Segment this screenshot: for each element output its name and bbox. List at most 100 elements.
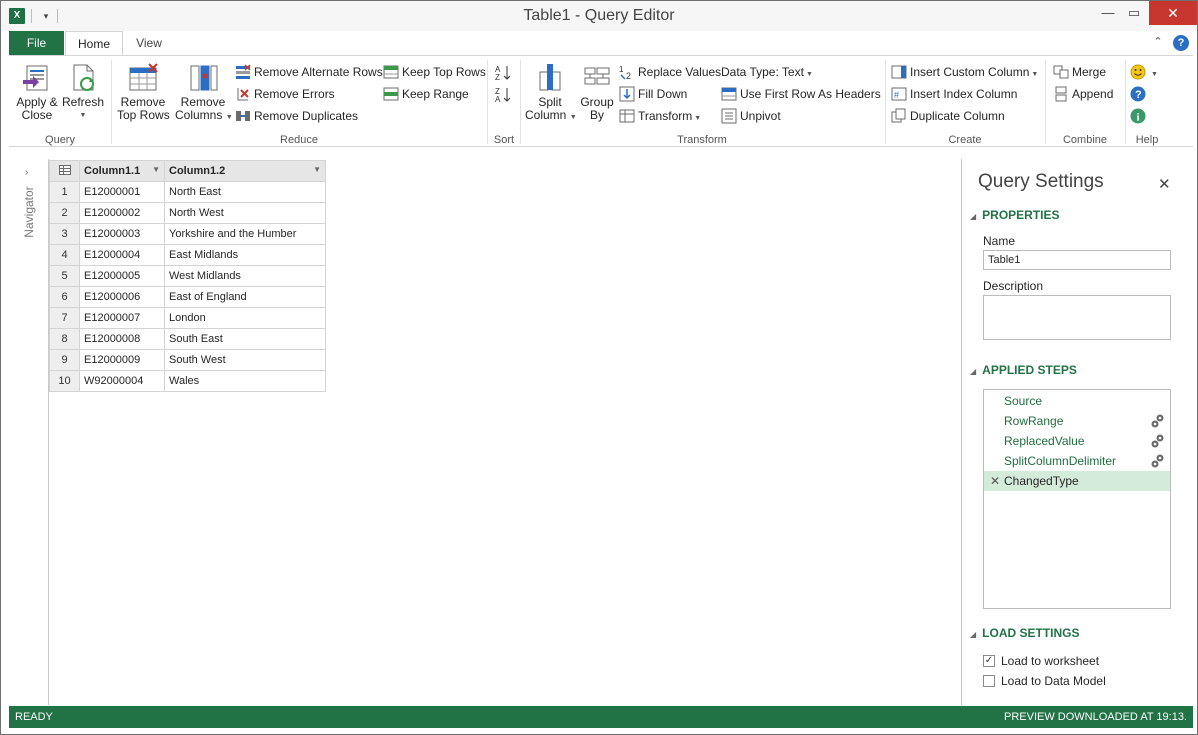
applied-step-item[interactable]: SplitColumnDelimiter <box>984 451 1170 471</box>
table-row[interactable]: 10 W92000004 Wales <box>49 370 326 392</box>
insert-custom-column-button[interactable]: Insert Custom Column ▼ <box>891 62 1038 82</box>
data-type-dropdown[interactable]: Data Type: Text ▼ <box>721 62 813 82</box>
table-cell[interactable]: E12000008 <box>79 328 165 350</box>
insert-custom-column-dropdown-icon[interactable]: ▼ <box>1031 71 1038 78</box>
table-cell[interactable]: London <box>164 307 326 329</box>
row-number[interactable]: 1 <box>49 181 80 203</box>
row-number[interactable]: 4 <box>49 244 80 266</box>
sort-ascending-button[interactable]: AZ <box>495 62 515 82</box>
delete-step-icon[interactable]: ✕ <box>990 471 1000 491</box>
table-cell[interactable]: Yorkshire and the Humber <box>164 223 326 245</box>
table-cell[interactable]: East of England <box>164 286 326 308</box>
use-first-row-as-headers-button[interactable]: Use First Row As Headers <box>721 84 881 104</box>
transform-dropdown-icon[interactable]: ▼ <box>694 115 701 122</box>
applied-steps-section-header[interactable]: ◢ APPLIED STEPS <box>970 363 1077 377</box>
applied-step-item[interactable]: ReplacedValue <box>984 431 1170 451</box>
column-header-2[interactable]: Column1.2 ▼ <box>164 160 326 182</box>
row-number[interactable]: 3 <box>49 223 80 245</box>
remove-errors-button[interactable]: Remove Errors <box>235 84 335 104</box>
replace-values-button[interactable]: 1 2 Replace Values <box>619 62 721 82</box>
table-cell[interactable]: E12000007 <box>79 307 165 329</box>
checkbox-box[interactable] <box>983 674 995 687</box>
tab-home[interactable]: Home <box>65 31 123 55</box>
table-cell[interactable]: West Midlands <box>164 265 326 287</box>
table-row[interactable]: 2 E12000002 North West <box>49 202 326 224</box>
sort-descending-button[interactable]: ZA <box>495 84 515 104</box>
load-to-worksheet-checkbox[interactable]: ✓ Load to worksheet <box>983 653 1099 669</box>
column-filter-dropdown-icon[interactable]: ▼ <box>313 165 321 174</box>
fill-down-button[interactable]: Fill Down <box>619 84 687 104</box>
navigator-label[interactable]: Navigator <box>19 185 39 245</box>
load-to-data-model-checkbox[interactable]: Load to Data Model <box>983 673 1106 689</box>
table-row[interactable]: 6 E12000006 East of England <box>49 286 326 308</box>
step-settings-gear-icon[interactable] <box>1150 453 1166 469</box>
unpivot-button[interactable]: Unpivot <box>721 106 781 126</box>
table-cell[interactable]: W92000004 <box>79 370 165 392</box>
insert-index-column-button[interactable]: # Insert Index Column <box>891 84 1017 104</box>
table-row[interactable]: 8 E12000008 South East <box>49 328 326 350</box>
group-by-button[interactable]: Group By <box>579 62 615 122</box>
table-cell[interactable]: North West <box>164 202 326 224</box>
remove-columns-button[interactable]: Remove Columns ▼ <box>175 62 233 124</box>
table-cell[interactable]: South West <box>164 349 326 371</box>
keep-top-rows-button[interactable]: Keep Top Rows <box>383 62 486 82</box>
table-cell[interactable]: E12000005 <box>79 265 165 287</box>
applied-step-item[interactable]: RowRange <box>984 411 1170 431</box>
help-button[interactable]: ? <box>1130 84 1149 104</box>
tab-view[interactable]: View <box>127 31 171 55</box>
data-type-dropdown-icon[interactable]: ▼ <box>806 71 813 78</box>
expand-navigator-icon[interactable]: › <box>25 167 28 178</box>
description-textarea[interactable] <box>983 295 1171 340</box>
remove-top-rows-button[interactable]: Remove Top Rows <box>117 62 170 122</box>
column-header-1[interactable]: Column1.1 ▼ <box>79 160 165 182</box>
merge-button[interactable]: Merge <box>1053 62 1106 82</box>
remove-columns-dropdown-icon[interactable]: ▼ <box>226 114 233 121</box>
append-button[interactable]: Append <box>1053 84 1113 104</box>
table-menu-icon[interactable] <box>49 160 80 182</box>
close-window-button[interactable]: ✕ <box>1149 1 1197 25</box>
column-filter-dropdown-icon[interactable]: ▼ <box>152 165 160 174</box>
applied-step-item[interactable]: Source <box>984 391 1170 411</box>
remove-alternate-rows-button[interactable]: Remove Alternate Rows <box>235 62 383 82</box>
row-number[interactable]: 2 <box>49 202 80 224</box>
table-cell[interactable]: E12000003 <box>79 223 165 245</box>
maximize-button[interactable]: ▭ <box>1119 1 1149 25</box>
table-cell[interactable]: E12000004 <box>79 244 165 266</box>
table-cell[interactable]: North East <box>164 181 326 203</box>
applied-step-item[interactable]: ✕ ChangedType <box>984 471 1170 491</box>
help-icon[interactable]: ? <box>1173 35 1189 51</box>
table-row[interactable]: 3 E12000003 Yorkshire and the Humber <box>49 223 326 245</box>
duplicate-column-button[interactable]: Duplicate Column <box>891 106 1005 126</box>
table-cell[interactable]: E12000009 <box>79 349 165 371</box>
step-settings-gear-icon[interactable] <box>1150 413 1166 429</box>
about-button[interactable]: i <box>1130 106 1149 126</box>
apply-close-button[interactable]: Apply & Close <box>15 62 59 122</box>
row-number[interactable]: 5 <box>49 265 80 287</box>
feedback-smile-button[interactable]: ▼ <box>1130 62 1158 82</box>
collapse-ribbon-icon[interactable]: ⌃ <box>1151 35 1165 49</box>
tab-file[interactable]: File <box>9 31 64 55</box>
row-number[interactable]: 8 <box>49 328 80 350</box>
table-row[interactable]: 9 E12000009 South West <box>49 349 326 371</box>
table-cell[interactable]: South East <box>164 328 326 350</box>
checkbox-box[interactable]: ✓ <box>983 654 995 667</box>
query-name-input[interactable] <box>983 250 1171 270</box>
load-settings-section-header[interactable]: ◢ LOAD SETTINGS <box>970 626 1080 640</box>
split-column-dropdown-icon[interactable]: ▼ <box>570 114 577 121</box>
row-number[interactable]: 9 <box>49 349 80 371</box>
split-column-button[interactable]: Split Column ▼ <box>525 62 577 124</box>
row-number[interactable]: 10 <box>49 370 80 392</box>
table-cell[interactable]: E12000002 <box>79 202 165 224</box>
close-query-settings-icon[interactable]: ✕ <box>1158 175 1171 193</box>
refresh-dropdown-icon[interactable]: ▼ <box>61 109 105 122</box>
remove-duplicates-button[interactable]: Remove Duplicates <box>235 106 358 126</box>
table-row[interactable]: 5 E12000005 West Midlands <box>49 265 326 287</box>
transform-button[interactable]: Transform ▼ <box>619 106 701 126</box>
table-row[interactable]: 7 E12000007 London <box>49 307 326 329</box>
table-row[interactable]: 4 E12000004 East Midlands <box>49 244 326 266</box>
step-settings-gear-icon[interactable] <box>1150 433 1166 449</box>
row-number[interactable]: 6 <box>49 286 80 308</box>
keep-range-button[interactable]: Keep Range <box>383 84 469 104</box>
navigator-pane-collapsed[interactable]: › Navigator <box>9 159 49 705</box>
table-cell[interactable]: East Midlands <box>164 244 326 266</box>
